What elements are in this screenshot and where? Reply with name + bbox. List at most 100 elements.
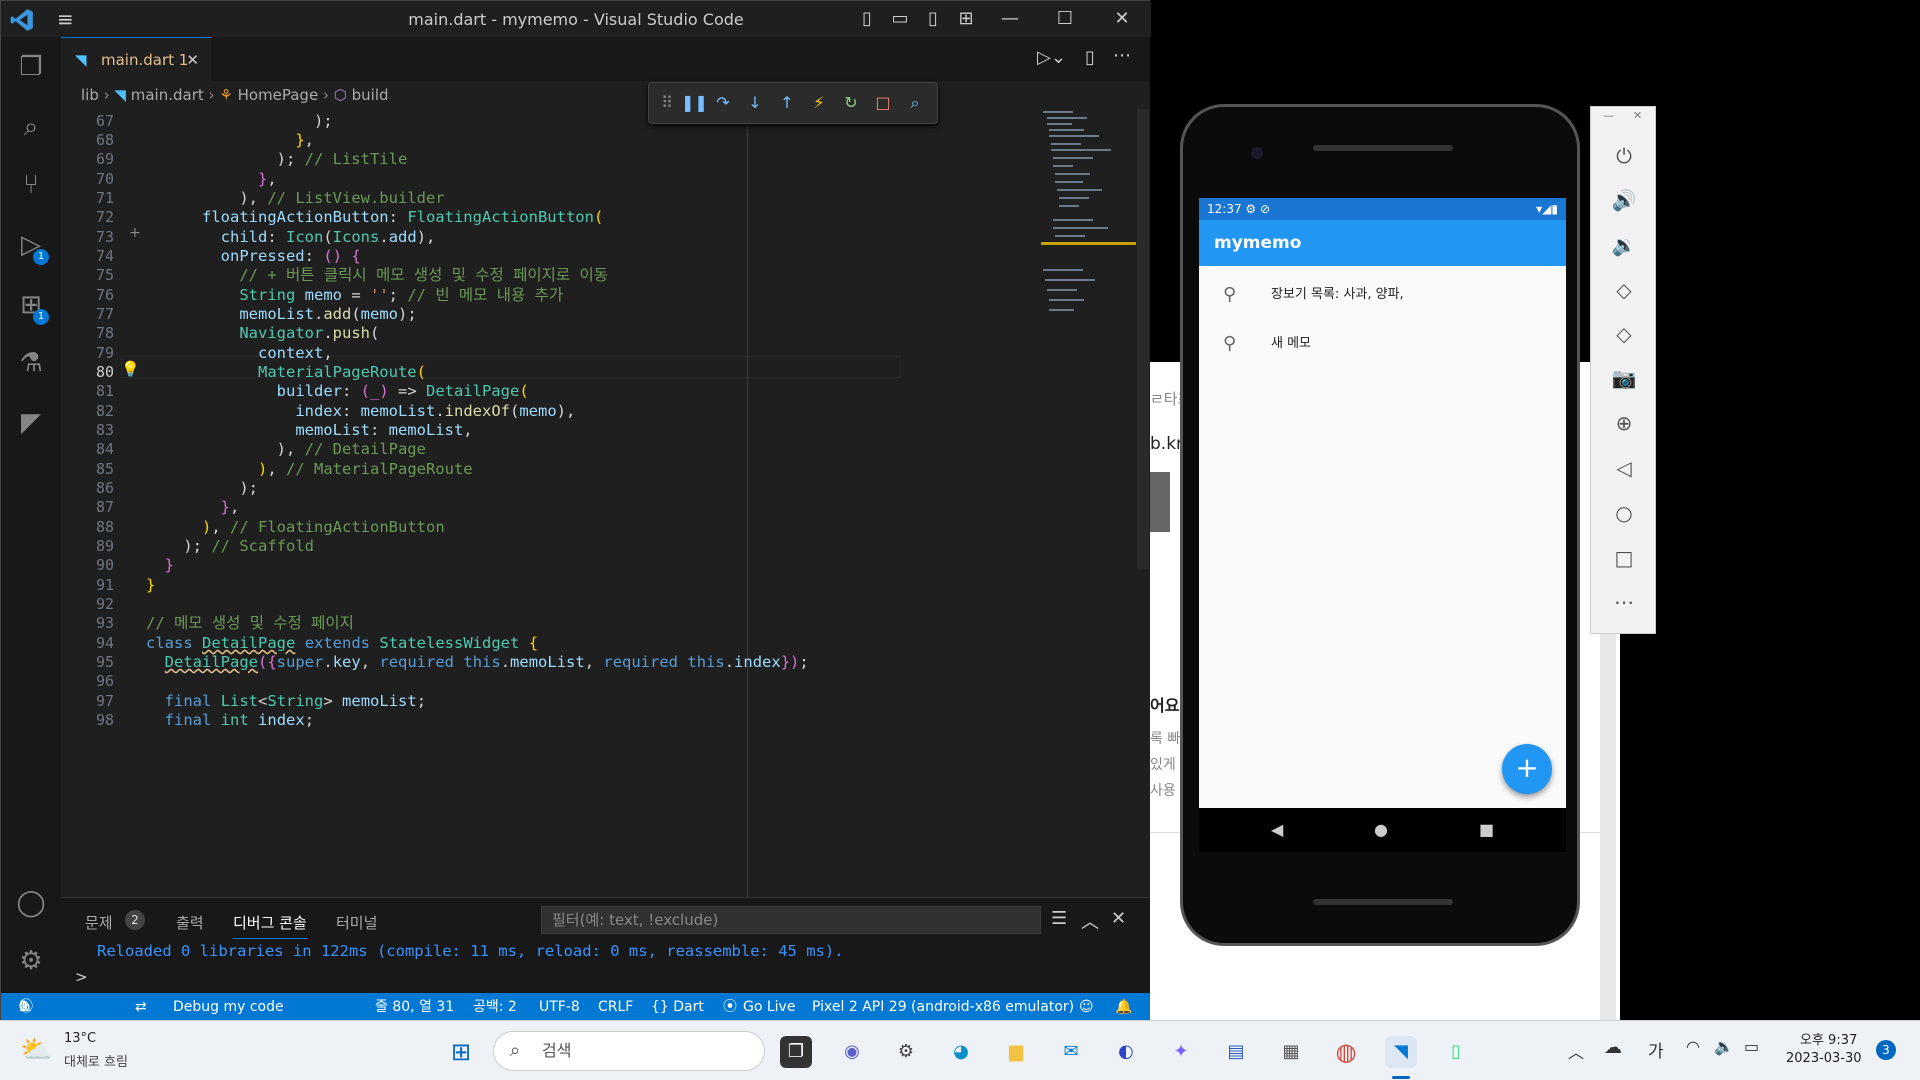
more-actions-icon[interactable]: ⋯: [1113, 45, 1131, 66]
chevron-up-icon[interactable]: ︿: [1568, 1039, 1584, 1063]
zoom-icon[interactable]: ⊕: [1611, 410, 1637, 436]
breadcrumb-method[interactable]: build: [352, 86, 389, 104]
source-control-icon[interactable]: ⑂: [15, 169, 47, 201]
split-editor-icon[interactable]: ▯: [1085, 47, 1095, 68]
language-mode[interactable]: {} Dart: [651, 993, 704, 1021]
list-item[interactable]: ⚲ 장보기 목록: 사과, 양파,: [1199, 271, 1566, 319]
minimize-icon[interactable]: —: [1603, 109, 1614, 122]
settings-gear-icon[interactable]: ⚙: [15, 945, 47, 977]
maximize-panel-icon[interactable]: ︿: [1081, 908, 1099, 934]
volume-down-icon[interactable]: 🔉: [1611, 232, 1637, 258]
task-view-icon[interactable]: ❐: [780, 1036, 812, 1068]
toggle-panel-icon[interactable]: ▭: [889, 8, 911, 30]
home-icon[interactable]: ●: [1374, 820, 1388, 839]
minimap[interactable]: [1041, 109, 1136, 409]
explorer-icon[interactable]: ❐: [15, 51, 47, 83]
debug-config[interactable]: Debug my code: [173, 993, 284, 1021]
chrome-icon[interactable]: ◍: [1330, 1036, 1362, 1068]
code-editor[interactable]: 66 ), // MaterialPageRoute 67 ); 68 }, 6…: [61, 109, 1150, 897]
ime-indicator[interactable]: 가: [1648, 1037, 1664, 1062]
back-icon[interactable]: ◁: [1611, 455, 1637, 481]
edge-icon[interactable]: ◕: [945, 1036, 977, 1068]
go-live[interactable]: Go Live: [743, 993, 795, 1021]
step-over-icon[interactable]: ↷: [713, 93, 733, 113]
vscode-taskbar-icon[interactable]: ◥: [1385, 1036, 1417, 1068]
more-icon[interactable]: ⋯: [1611, 589, 1637, 615]
run-icon[interactable]: ▷⌄: [1037, 47, 1066, 68]
mail-icon[interactable]: ✉: [1055, 1036, 1087, 1068]
tab-problems[interactable]: 문제: [85, 912, 113, 933]
pause-icon[interactable]: ❚❚: [681, 93, 708, 113]
toggle-sidebar-icon[interactable]: ▯: [856, 8, 878, 30]
taskbar-search[interactable]: ⌕ 검색: [493, 1031, 765, 1071]
end-of-line[interactable]: CRLF: [598, 993, 633, 1021]
wifi-icon[interactable]: ◠: [1686, 1037, 1700, 1056]
encoding[interactable]: UTF-8: [539, 993, 580, 1021]
pin-icon[interactable]: ⚲: [1223, 271, 1236, 319]
close-icon[interactable]: ✕: [1633, 109, 1642, 122]
tab-main-dart[interactable]: ◥ main.dart 1 ✕: [61, 37, 211, 81]
toggle-secondary-sidebar-icon[interactable]: ▯: [922, 8, 944, 30]
close-panel-icon[interactable]: ✕: [1111, 908, 1126, 929]
stop-icon[interactable]: □: [873, 93, 893, 113]
settings-gear-icon[interactable]: ⚙: [890, 1036, 922, 1068]
volume-icon[interactable]: 🔈: [1714, 1037, 1734, 1056]
indentation[interactable]: 공백: 2: [473, 993, 517, 1021]
testing-icon[interactable]: ⚗: [15, 347, 47, 379]
pin-icon[interactable]: ⚲: [1223, 320, 1236, 368]
console-prompt[interactable]: >: [75, 968, 88, 986]
tab-close-icon[interactable]: ✕: [186, 38, 199, 82]
lightbulb-icon[interactable]: 💡: [121, 360, 140, 378]
rotate-left-icon[interactable]: ◇: [1611, 277, 1637, 303]
add-memo-fab[interactable]: +: [1502, 744, 1552, 794]
notification-badge[interactable]: 3: [1876, 1040, 1896, 1060]
emulator-taskbar-icon[interactable]: ▯: [1440, 1036, 1472, 1068]
close-icon[interactable]: ✕: [1111, 8, 1133, 30]
flutter-icon[interactable]: ◤: [15, 407, 47, 439]
tab-output[interactable]: 출력: [176, 912, 204, 933]
clear-console-icon[interactable]: ☰: [1051, 908, 1067, 929]
overview-icon[interactable]: □: [1611, 545, 1637, 571]
calculator-icon[interactable]: ▦: [1275, 1036, 1307, 1068]
list-item[interactable]: ⚲ 새 메모: [1199, 320, 1566, 368]
minimize-icon[interactable]: —: [999, 8, 1021, 30]
clock-time[interactable]: 오후 9:37: [1800, 1029, 1857, 1048]
home-icon[interactable]: ○: [1611, 500, 1637, 526]
battery-icon[interactable]: ▭: [1744, 1037, 1759, 1056]
back-icon[interactable]: ◀: [1271, 820, 1283, 839]
debug-status-icon[interactable]: ⇄: [135, 993, 147, 1021]
vertical-scrollbar[interactable]: [1137, 109, 1149, 569]
customize-layout-icon[interactable]: ⊞: [955, 8, 977, 30]
tab-debug-console[interactable]: 디버그 콘솔: [233, 912, 307, 939]
browser-scrollbar[interactable]: [1600, 632, 1616, 1022]
start-icon[interactable]: ⊞: [445, 1036, 477, 1068]
onedrive-icon[interactable]: ☁: [1604, 1037, 1622, 1058]
camera-icon[interactable]: 📷: [1611, 365, 1637, 391]
notepad-icon[interactable]: ▤: [1220, 1036, 1252, 1068]
weather-temp[interactable]: 13°C: [64, 1031, 96, 1046]
rotate-right-icon[interactable]: ◇: [1611, 321, 1637, 347]
device-selector[interactable]: Pixel 2 API 29 (android-x86 emulator): [812, 993, 1074, 1021]
weather-desc[interactable]: 대체로 흐림: [64, 1051, 128, 1070]
notifications-icon[interactable]: 🔔: [1115, 993, 1132, 1021]
accounts-icon[interactable]: ◯: [15, 887, 47, 919]
cursor-position[interactable]: 줄 80, 열 31: [375, 993, 454, 1021]
maximize-icon[interactable]: ☐: [1054, 8, 1076, 30]
tab-terminal[interactable]: 터미널: [336, 912, 377, 933]
devtools-icon[interactable]: ⌕: [905, 93, 925, 113]
breadcrumb-class[interactable]: HomePage: [238, 86, 319, 104]
power-icon[interactable]: ⏻: [1611, 143, 1637, 169]
teams-chat-icon[interactable]: ◉: [836, 1036, 868, 1068]
clock-date[interactable]: 2023-03-30: [1786, 1051, 1862, 1066]
step-into-icon[interactable]: ↓: [745, 93, 765, 113]
step-out-icon[interactable]: ↑: [777, 93, 797, 113]
feedback-icon[interactable]: ☺: [1079, 993, 1094, 1021]
hot-reload-icon[interactable]: ⚡: [809, 93, 829, 113]
search-icon[interactable]: ⌕: [15, 111, 47, 143]
restart-icon[interactable]: ↻: [841, 93, 861, 113]
file-explorer-icon[interactable]: ▆: [1000, 1036, 1032, 1068]
breadcrumb-file[interactable]: main.dart: [131, 86, 204, 104]
app-icon[interactable]: ◐: [1110, 1036, 1142, 1068]
add-comment-icon[interactable]: +: [129, 225, 141, 241]
filter-input[interactable]: 필터(예: text, !exclude): [541, 906, 1041, 934]
